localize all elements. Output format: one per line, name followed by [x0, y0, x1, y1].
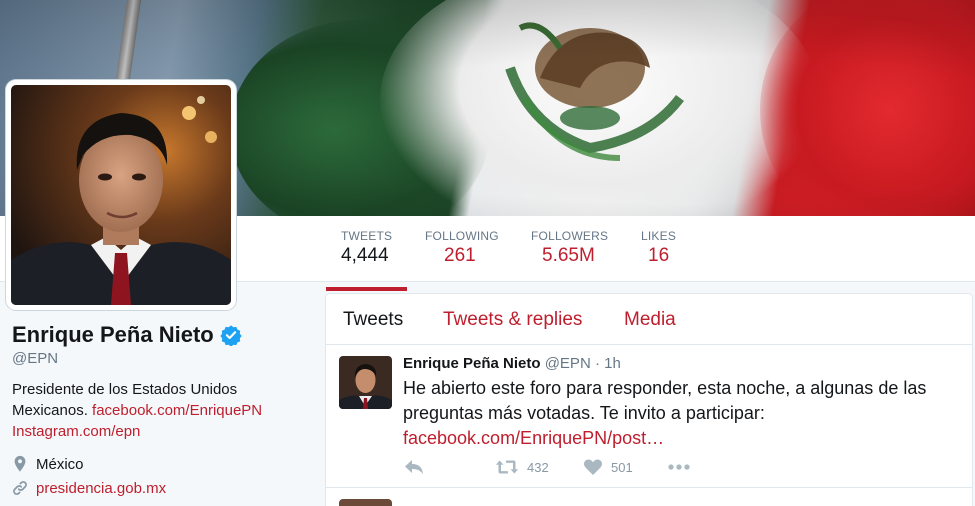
stat-following[interactable]: FOLLOWING 261	[425, 229, 499, 267]
verified-icon	[220, 325, 242, 346]
retweet-icon	[495, 460, 519, 474]
stat-likes[interactable]: LIKES 16	[641, 229, 676, 267]
profile-meta: México presidencia.gob.mx	[12, 452, 312, 500]
retweet-button[interactable]: 432	[495, 458, 549, 476]
stat-value: 5.65M	[542, 245, 595, 266]
stat-label: LIKES	[641, 229, 677, 243]
like-count: 501	[611, 459, 633, 475]
reply-icon	[405, 460, 423, 474]
stat-label: FOLLOWERS	[531, 229, 609, 243]
next-tweet-avatar	[339, 499, 392, 506]
tweet-actions: 432 501	[403, 458, 923, 478]
tweet-author-name[interactable]: Enrique Peña Nieto	[403, 355, 541, 372]
tweet-timestamp[interactable]: 1h	[604, 355, 621, 372]
timeline: Tweets Tweets & replies Media Enrique Pe…	[325, 293, 973, 506]
link-icon	[13, 481, 27, 495]
profile-handle[interactable]: @EPN	[12, 350, 312, 367]
tab-tweets-replies[interactable]: Tweets & replies	[443, 309, 582, 331]
location-pin-icon	[14, 455, 26, 472]
bio-instagram-link[interactable]: Instagram.com/epn	[12, 423, 140, 440]
profile-bio: Presidente de los Estados Unidos Mexican…	[12, 379, 312, 442]
tweet-avatar[interactable]	[339, 356, 392, 409]
more-icon	[668, 464, 690, 470]
next-tweet-partial[interactable]	[326, 489, 972, 506]
stat-tweets[interactable]: TWEETS 4,444	[325, 229, 408, 291]
reply-button[interactable]	[403, 458, 425, 476]
tweet-separator: ·	[594, 355, 600, 372]
tweet-author-handle[interactable]: @EPN	[545, 355, 591, 372]
tab-tweets[interactable]: Tweets	[343, 309, 403, 331]
heart-icon	[583, 459, 603, 475]
like-button[interactable]: 501	[583, 458, 633, 476]
timeline-tabs: Tweets Tweets & replies Media	[326, 294, 972, 345]
profile-website-link[interactable]: presidencia.gob.mx	[36, 480, 166, 497]
tab-media[interactable]: Media	[624, 309, 676, 331]
more-button[interactable]	[667, 458, 691, 476]
bio-facebook-link[interactable]: facebook.com/EnriquePN	[92, 402, 262, 419]
stat-value: 4,444	[341, 245, 389, 266]
stat-label: FOLLOWING	[425, 229, 499, 243]
tweet-text: He abierto este foro para responder, est…	[403, 376, 948, 451]
profile-card: Enrique Peña Nieto @EPN Presidente de lo…	[12, 322, 312, 500]
profile-avatar[interactable]	[6, 80, 236, 310]
tweet-link[interactable]: facebook.com/EnriquePN/post…	[403, 428, 664, 448]
stat-value: 261	[444, 245, 476, 266]
tweet-body: He abierto este foro para responder, est…	[403, 378, 927, 423]
retweet-count: 432	[527, 459, 549, 475]
profile-location: México	[36, 455, 84, 473]
stat-label: TWEETS	[341, 229, 393, 243]
stat-value: 16	[648, 245, 670, 266]
profile-name[interactable]: Enrique Peña Nieto	[12, 322, 214, 348]
tweet-header: Enrique Peña Nieto @EPN · 1h	[403, 355, 621, 372]
stat-followers[interactable]: FOLLOWERS 5.65M	[531, 229, 608, 267]
tweet[interactable]: Enrique Peña Nieto @EPN · 1h He abierto …	[326, 346, 972, 488]
